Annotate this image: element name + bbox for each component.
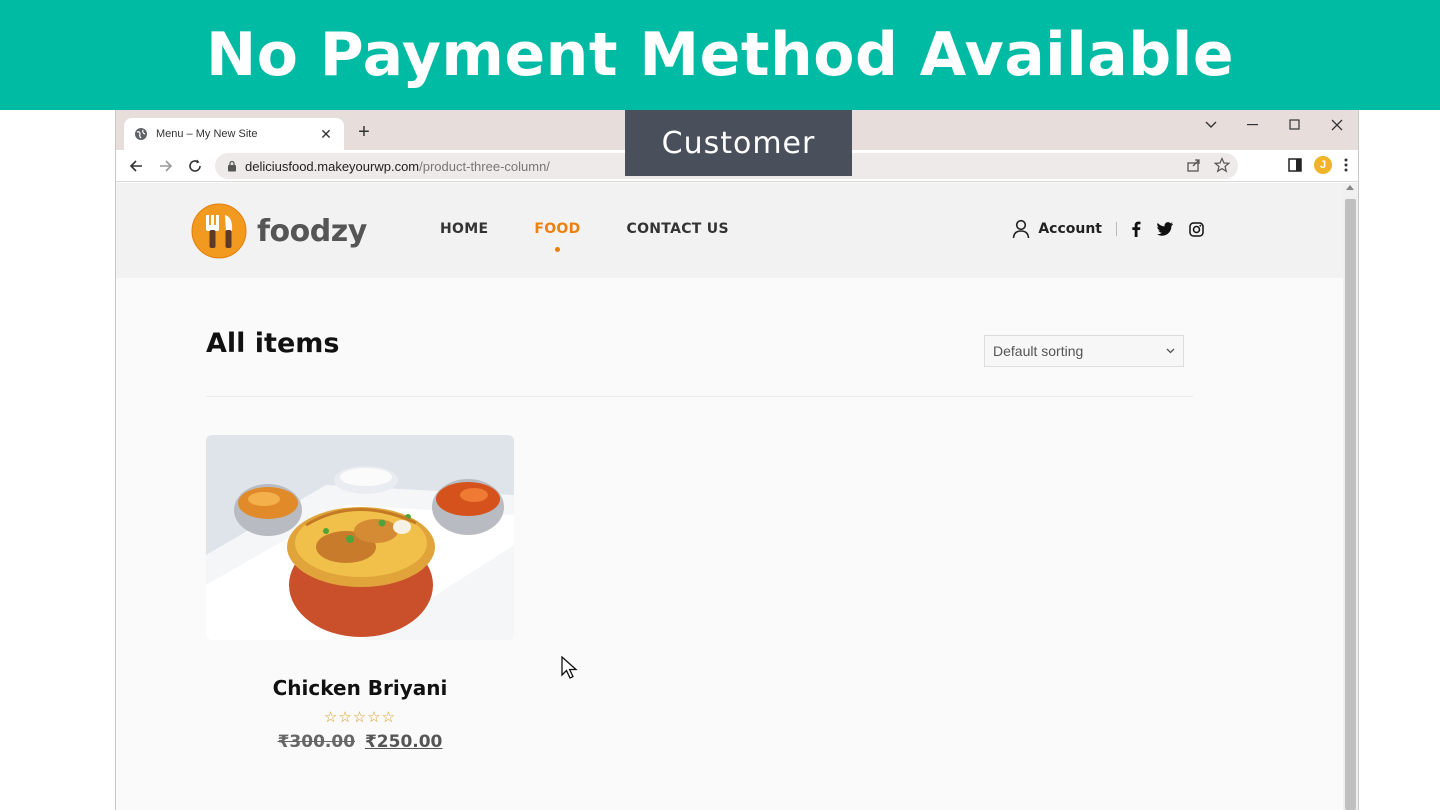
tab-title: Menu – My New Site (156, 128, 258, 140)
side-panel-icon[interactable] (1288, 158, 1302, 172)
sale-price: ₹250.00 (364, 732, 443, 752)
lock-icon (227, 160, 237, 172)
account-link[interactable]: Account (1012, 219, 1102, 239)
social-links (1131, 221, 1204, 237)
browser-window: Menu – My New Site ✕ + deliciusfood.make… (115, 110, 1359, 810)
nav-food-label: FOOD (534, 221, 581, 237)
product-image[interactable] (206, 435, 514, 640)
instagram-icon[interactable] (1189, 221, 1204, 237)
product-card: Chicken Briyani ☆☆☆☆☆ ₹300.00 ₹250.00 (206, 435, 514, 752)
page-scrollbar[interactable] (1343, 183, 1358, 810)
site-logo[interactable]: foodzy (191, 203, 367, 259)
new-tab-button[interactable]: + (352, 122, 376, 142)
close-window-button[interactable] (1316, 110, 1358, 140)
site-header: foodzy HOME FOOD CONTACT US Account (116, 183, 1344, 278)
window-controls (1190, 110, 1358, 140)
back-arrow-icon[interactable] (124, 156, 148, 176)
reload-icon[interactable] (183, 156, 207, 176)
overlay-label-text: Customer (661, 125, 816, 161)
bookmark-star-icon[interactable] (1214, 157, 1230, 173)
nav-home[interactable]: HOME (440, 221, 488, 237)
product-name[interactable]: Chicken Briyani (206, 676, 514, 700)
profile-avatar[interactable]: J (1314, 156, 1332, 174)
sorting-value: Default sorting (993, 343, 1084, 359)
scrollbar-thumb[interactable] (1345, 199, 1356, 810)
page-title: All items (206, 328, 340, 359)
top-banner: No Payment Method Available (0, 0, 1440, 110)
original-price: ₹300.00 (277, 732, 356, 752)
active-nav-indicator (555, 247, 561, 252)
browser-menu-icon[interactable] (1344, 158, 1348, 172)
content-divider (206, 396, 1193, 397)
chevron-down-icon (1166, 346, 1175, 357)
tab-search-icon[interactable] (1190, 110, 1232, 140)
web-page: foodzy HOME FOOD CONTACT US Account All … (116, 183, 1344, 810)
browser-tab[interactable]: Menu – My New Site ✕ (124, 118, 344, 150)
main-nav: HOME FOOD CONTACT US (440, 221, 729, 252)
maximize-button[interactable] (1274, 110, 1316, 140)
account-label: Account (1038, 221, 1102, 237)
scroll-up-icon[interactable] (1346, 185, 1354, 190)
header-divider (1116, 222, 1117, 236)
twitter-icon[interactable] (1157, 222, 1173, 236)
url-host: deliciusfood.makeyourwp.com (245, 158, 420, 174)
product-price: ₹300.00 ₹250.00 (206, 732, 514, 752)
share-icon[interactable] (1186, 157, 1202, 173)
nav-food[interactable]: FOOD (534, 221, 581, 252)
mouse-pointer-icon (561, 655, 579, 685)
close-tab-icon[interactable]: ✕ (318, 126, 334, 143)
star-rating: ☆☆☆☆☆ (323, 709, 397, 726)
globe-icon (134, 127, 148, 141)
banner-title: No Payment Method Available (205, 20, 1235, 90)
logo-text: foodzy (257, 213, 367, 249)
header-actions: Account (1012, 219, 1204, 239)
fork-knife-logo-icon (191, 203, 247, 259)
nav-contact-us[interactable]: CONTACT US (627, 221, 729, 237)
forward-arrow-icon[interactable] (154, 156, 178, 176)
url-path: /product-three-column/ (419, 158, 550, 174)
sorting-select[interactable]: Default sorting (984, 335, 1184, 367)
customer-overlay-label: Customer (625, 110, 852, 176)
minimize-button[interactable] (1232, 110, 1274, 140)
facebook-icon[interactable] (1131, 221, 1141, 237)
user-icon (1013, 219, 1030, 239)
